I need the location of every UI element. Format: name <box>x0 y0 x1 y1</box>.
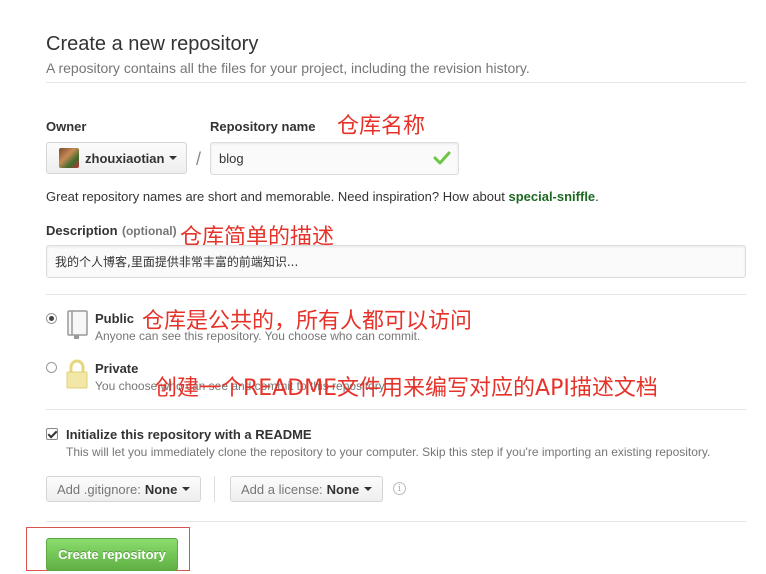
divider <box>46 521 746 522</box>
owner-select[interactable]: zhouxiaotian <box>46 142 187 174</box>
page-title: Create a new repository <box>46 33 259 55</box>
description-label: Description <box>46 223 118 238</box>
check-icon <box>433 151 451 165</box>
name-hint: Great repository names are short and mem… <box>46 189 599 204</box>
annotation-public: 仓库是公共的，所有人都可以访问 <box>142 309 473 334</box>
public-title: Public <box>95 311 135 326</box>
page-subtitle: A repository contains all the files for … <box>46 60 530 76</box>
name-suggestion[interactable]: special-sniffle <box>508 189 595 204</box>
info-icon[interactable]: i <box>393 482 406 495</box>
caret-down-icon <box>364 487 373 491</box>
owner-label: Owner <box>46 119 87 134</box>
annotation-readme: 创建一个README文件用来编写对应的API描述文档 <box>155 376 658 401</box>
optional-label: (optional) <box>121 224 177 238</box>
public-radio[interactable] <box>46 313 57 324</box>
divider <box>46 409 746 410</box>
lock-icon <box>66 359 88 389</box>
caret-down-icon <box>182 487 191 491</box>
private-title: Private <box>95 361 139 376</box>
path-separator: / <box>196 149 202 169</box>
repo-name-input[interactable] <box>210 142 459 175</box>
annotation-repo-name: 仓库名称 <box>337 114 426 139</box>
gitignore-select[interactable]: Add .gitignore: None <box>46 476 202 502</box>
caret-down-icon <box>169 156 178 160</box>
description-input[interactable] <box>46 245 746 278</box>
readme-title[interactable]: Initialize this repository with a README <box>66 427 312 442</box>
repo-icon <box>67 310 88 339</box>
license-select[interactable]: Add a license: None <box>230 476 384 502</box>
owner-value: zhouxiaotian <box>85 150 165 166</box>
repo-name-label: Repository name <box>210 119 316 134</box>
divider <box>46 82 746 83</box>
description-label-row: Description (optional) <box>46 222 177 240</box>
create-repository-button[interactable]: Create repository <box>46 538 178 571</box>
readme-checkbox[interactable] <box>46 428 58 440</box>
private-radio[interactable] <box>46 362 57 373</box>
divider <box>214 476 215 502</box>
avatar <box>59 148 79 168</box>
divider <box>46 294 746 295</box>
readme-desc: This will let you immediately clone the … <box>66 445 711 459</box>
